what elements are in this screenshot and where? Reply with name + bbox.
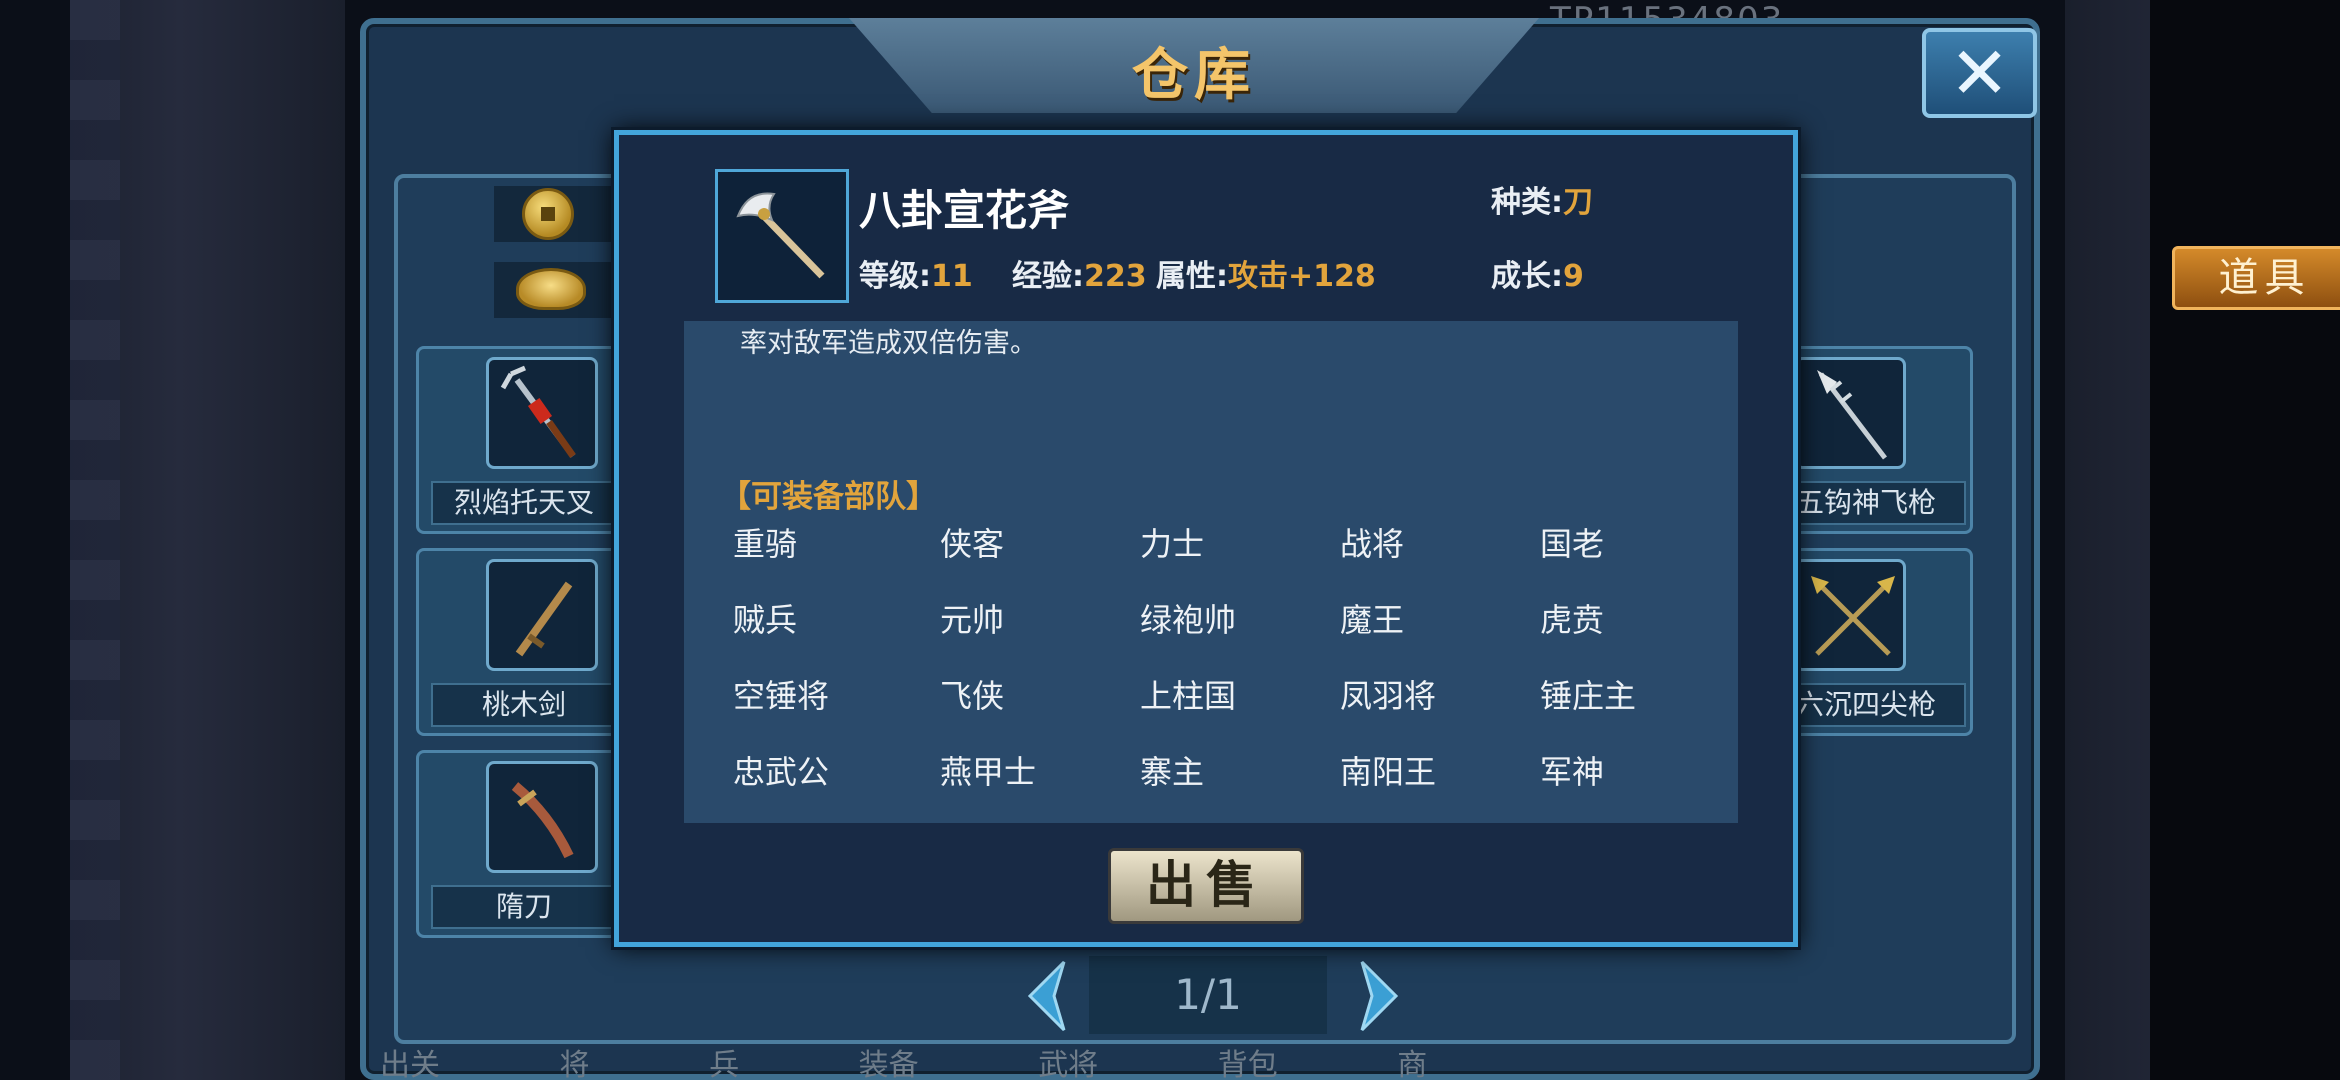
hook-spear-icon [1794,357,1906,469]
attribute-stat: 属性:攻击+128 [1156,251,1376,295]
troop-item: 南阳王 [1340,753,1437,791]
level-stat: 等级:11 [859,251,973,295]
item-slot[interactable]: 1 桃木剑 [416,548,626,736]
bottom-tab[interactable]: 将 [560,1048,590,1080]
wooden-sword-icon [486,559,598,671]
close-icon: ✕ [1949,31,2010,115]
sell-button[interactable]: 出售 [1108,848,1304,924]
troop-item: 重骑 [733,525,798,563]
exp-value: 223 [1084,259,1147,294]
saber-icon [486,761,598,873]
bottom-tab[interactable]: 背包 [1218,1048,1278,1080]
troop-item: 军神 [1540,753,1605,791]
troop-item: 国老 [1540,525,1605,563]
item-name: 桃木剑 [431,683,617,727]
exp-label: 经验: [1012,259,1084,294]
bottom-tab[interactable]: 武将 [1038,1048,1098,1080]
description-panel[interactable]: 率对敌军造成双倍伤害。 【可装备部队】 重骑 侠客 力士 战将 国老 贼兵 元帅… [684,321,1738,823]
trident-icon [486,357,598,469]
type-label: 种类: [1491,185,1563,220]
troop-item: 空锤将 [733,677,830,715]
tab-items[interactable]: 道具 [2172,246,2340,310]
background-left-art [70,0,345,1080]
item-slot[interactable]: 1 烈焰托天叉 [416,346,626,534]
crossed-spears-icon [1794,559,1906,671]
bottom-tab[interactable]: 出关 [380,1048,440,1080]
previous-page-arrow[interactable] [1020,956,1074,1036]
type-value: 刀 [1563,185,1593,220]
item-name: 烈焰托天叉 [431,481,617,525]
background-right-art [2065,0,2340,1080]
troop-item: 燕甲士 [940,753,1037,791]
item-name: 隋刀 [431,885,617,929]
bottom-tab[interactable]: 装备 [859,1048,919,1080]
next-page-arrow[interactable] [1352,956,1406,1036]
troop-item: 魔王 [1340,601,1405,639]
growth-label: 成长: [1491,259,1563,294]
level-label: 等级: [859,259,931,294]
troop-item: 元帅 [940,601,1005,639]
item-description: 率对敌军造成双倍伤害。 [740,328,1037,359]
item-detail-dialog: 八卦宣花斧 种类:刀 等级:11 经验:223 属性:攻击+128 成长:9 率… [614,130,1798,947]
item-slot[interactable]: 1 隋刀 [416,750,626,938]
game-scene: TP11534803 仓库 1 烈焰托天叉 [0,0,2340,1080]
currency-coin-row [494,186,614,242]
close-button[interactable]: ✕ [1922,28,2037,118]
troop-item: 凤羽将 [1340,677,1437,715]
troop-item: 飞侠 [940,677,1005,715]
page-indicator: 1/1 [1089,956,1327,1034]
growth-stat: 成长:9 [1491,251,1584,295]
copper-coin-icon [522,188,574,240]
growth-value: 9 [1563,259,1584,294]
troop-item: 绿袍帅 [1140,601,1237,639]
exp-stat: 经验:223 [1012,251,1147,295]
attribute-label: 属性: [1156,259,1228,294]
troop-list-header: 【可装备部队】 [720,479,937,515]
troop-item: 忠武公 [733,753,830,791]
axe-icon [715,169,849,303]
troop-item: 上柱国 [1140,677,1237,715]
level-value: 11 [931,259,973,294]
troop-item: 贼兵 [733,601,798,639]
gold-ingot-icon [516,268,586,310]
currency-gold-row [494,262,614,318]
troop-item: 侠客 [940,525,1005,563]
troop-item: 锤庄主 [1540,677,1637,715]
troop-item: 力士 [1140,525,1205,563]
page-title: 仓库 [1132,43,1256,108]
troop-item: 战将 [1340,525,1405,563]
type-stat: 种类:刀 [1491,177,1593,221]
bottom-tab[interactable]: 兵 [709,1048,739,1080]
troop-item: 寨主 [1140,753,1205,791]
item-name: 八卦宣花斧 [859,186,1070,235]
bottom-tabs: 出关 将 兵 装备 武将 背包 商城 [380,1040,1480,1080]
attribute-value: 攻击+128 [1228,259,1376,294]
troop-item: 虎贲 [1540,601,1605,639]
